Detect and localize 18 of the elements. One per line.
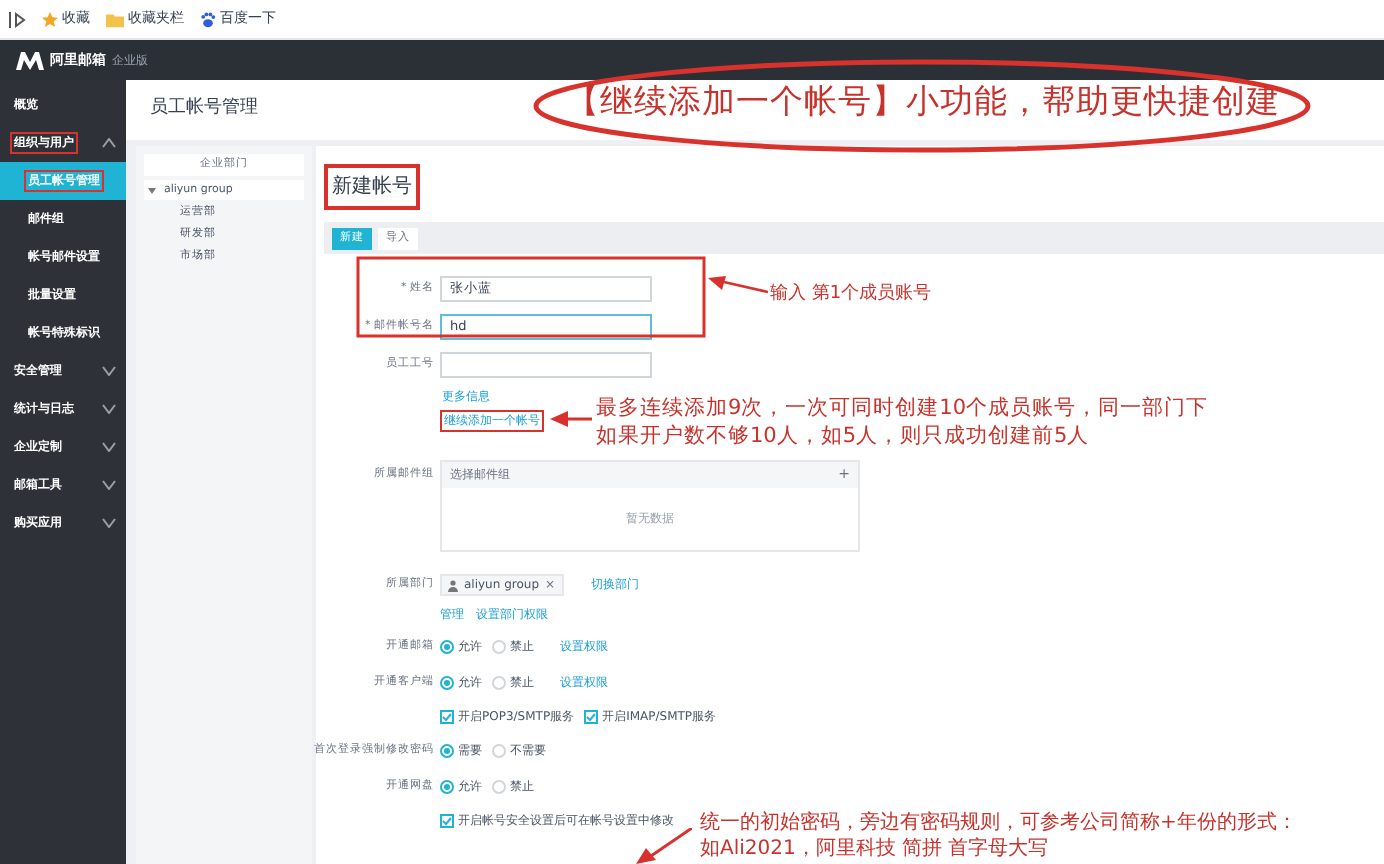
annotation-note: 最多连续添加9次，一次可同时创建10个成员账号，同一部门下: [596, 394, 1209, 422]
annotation-title: 【继续添加一个帐号】小功能，帮助更快捷创建: [566, 80, 1280, 124]
sidebar-toggle-icon[interactable]: [8, 11, 26, 27]
annotation-note: 如果开户数不够10人，如5人，则只成功创建前5人: [596, 422, 1092, 450]
page-title: 员工帐号管理: [150, 96, 258, 123]
folder-icon: [106, 11, 124, 27]
arrow-icon: [708, 274, 768, 298]
paw-icon: [200, 11, 216, 27]
logo-icon: [16, 51, 44, 69]
arrow-icon: [550, 410, 592, 428]
annotation-note: 统一的初始密码，旁边有密码规则，可参考公司简称+年份的形式：: [700, 810, 1297, 836]
annotation-note: 如Ali2021，阿里科技 简拼 首字母大写: [700, 836, 1051, 862]
star-icon: [42, 11, 58, 27]
panel-heading: 新建帐号: [324, 163, 420, 209]
person-icon: [448, 579, 458, 591]
text-input[interactable]: [440, 352, 652, 378]
arrow-icon: [636, 828, 692, 864]
annotation-note: 输入 第1个成员账号: [770, 282, 932, 308]
